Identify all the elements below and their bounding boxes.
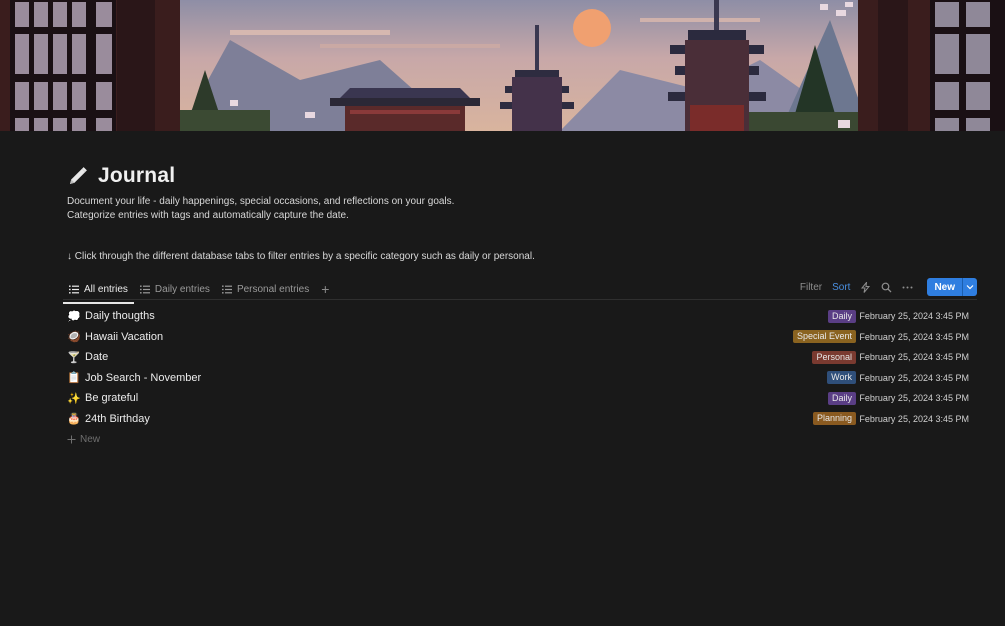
database-toolbar: Filter Sort New: [800, 278, 977, 296]
clipboard-icon: 📋: [67, 372, 81, 385]
tab-daily-entries[interactable]: Daily entries: [134, 278, 216, 300]
list-item[interactable]: 📋 Job Search - November Work February 25…: [67, 368, 977, 389]
list-item[interactable]: 🥥 Hawaii Vacation Special Event February…: [67, 327, 977, 348]
entry-date: February 25, 2024 3:45 PM: [859, 311, 969, 322]
list-item[interactable]: 💭 Daily thougths Daily February 25, 2024…: [67, 306, 977, 327]
tab-label: All entries: [84, 283, 128, 295]
page-description: Document your life - daily happenings, s…: [67, 195, 454, 223]
page-header: Journal: [67, 164, 175, 188]
entry-date: February 25, 2024 3:45 PM: [859, 331, 969, 342]
database-tabs: All entries Daily entries Personal entri…: [63, 278, 335, 304]
entry-date: February 25, 2024 3:45 PM: [859, 393, 969, 404]
tag-badge: Daily: [827, 391, 856, 405]
tabs-divider: [63, 299, 977, 300]
list-icon: [221, 285, 232, 293]
entry-date: February 25, 2024 3:45 PM: [859, 352, 969, 363]
more-icon[interactable]: [902, 282, 913, 293]
thought-bubble-icon: 💭: [67, 310, 81, 323]
entries-list: 💭 Daily thougths Daily February 25, 2024…: [67, 306, 977, 449]
description-line: Categorize entries with tags and automat…: [67, 210, 349, 221]
list-item[interactable]: 🍸 Date Personal February 25, 2024 3:45 P…: [67, 347, 977, 368]
list-icon: [139, 285, 150, 293]
tag-badge: Daily: [827, 309, 856, 323]
list-item[interactable]: 🎂 24th Birthday Planning February 25, 20…: [67, 409, 977, 430]
tab-all-entries[interactable]: All entries: [63, 278, 134, 304]
tab-label: Daily entries: [154, 283, 210, 295]
search-icon[interactable]: [881, 282, 892, 293]
add-entry-button[interactable]: New: [67, 429, 977, 449]
add-view-button[interactable]: +: [315, 281, 335, 297]
tag-badge: Work: [827, 371, 856, 385]
pencil-icon: [67, 165, 89, 187]
tabs-hint: ↓ Click through the different database t…: [67, 251, 535, 262]
tag-badge: Personal: [812, 350, 856, 364]
entry-title: Be grateful: [85, 392, 139, 405]
sparkles-icon: ✨: [67, 392, 81, 405]
plus-icon: [67, 435, 76, 443]
cocktail-icon: 🍸: [67, 351, 81, 364]
page-title: Journal: [98, 164, 176, 187]
sort-button[interactable]: Sort: [832, 282, 850, 293]
description-line: Document your life - daily happenings, s…: [67, 196, 455, 207]
tag-badge: Special Event: [792, 330, 856, 344]
tab-personal-entries[interactable]: Personal entries: [216, 278, 315, 300]
lightning-icon[interactable]: [860, 281, 871, 293]
entry-title: Date: [85, 351, 109, 364]
entry-title: Daily thougths: [85, 310, 155, 323]
cover-image: [0, 0, 1005, 131]
new-button[interactable]: New: [927, 278, 962, 296]
birthday-cake-icon: 🎂: [67, 413, 81, 426]
list-item[interactable]: ✨ Be grateful Daily February 25, 2024 3:…: [67, 388, 977, 409]
entry-date: February 25, 2024 3:45 PM: [859, 372, 969, 383]
filter-button[interactable]: Filter: [800, 282, 822, 293]
coconut-icon: 🥥: [67, 331, 81, 344]
tag-badge: Planning: [812, 412, 856, 426]
add-entry-label: New: [80, 433, 101, 445]
tab-label: Personal entries: [236, 283, 310, 295]
chevron-down-icon: [966, 285, 974, 290]
new-button-group: New: [927, 278, 977, 296]
entry-title: 24th Birthday: [85, 412, 150, 425]
entry-title: Job Search - November: [85, 371, 202, 384]
list-icon: [69, 285, 79, 293]
entry-title: Hawaii Vacation: [85, 330, 164, 343]
new-dropdown-button[interactable]: [962, 278, 977, 296]
entry-date: February 25, 2024 3:45 PM: [859, 413, 969, 424]
